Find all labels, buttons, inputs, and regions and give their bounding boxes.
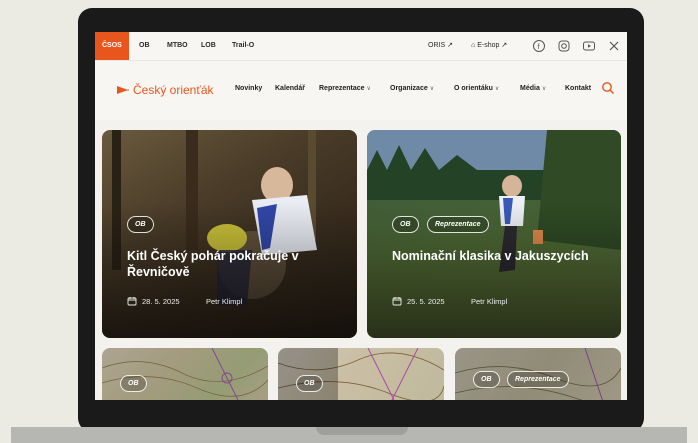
- instagram-icon[interactable]: [557, 39, 571, 53]
- chevron-down-icon: ∨: [541, 86, 547, 92]
- nav-label: O orientáku: [454, 85, 493, 92]
- top-link-trail-o[interactable]: Trail-O: [232, 32, 254, 60]
- map-thumbnail: [102, 348, 268, 400]
- search-icon[interactable]: [601, 81, 615, 95]
- oris-link[interactable]: ORIS ↗: [428, 32, 453, 60]
- svg-text:f: f: [537, 43, 540, 51]
- article-date: 25. 5. 2025: [407, 297, 445, 306]
- bag-icon: ⌂: [471, 42, 476, 49]
- top-link-lob[interactable]: LOB: [201, 32, 216, 60]
- article-author: Petr Klimpl: [471, 297, 508, 306]
- nav-o-orientaku[interactable]: O orientáku ∨: [454, 85, 499, 92]
- eshop-link[interactable]: ⌂ E-shop ↗: [471, 32, 507, 60]
- site-logo[interactable]: Český orienťák: [133, 83, 214, 97]
- chevron-down-icon: ∨: [494, 86, 500, 92]
- eshop-label: E-shop: [477, 42, 500, 49]
- nav-organizace[interactable]: Organizace ∨: [390, 85, 434, 92]
- top-bar: ČSOS OB MTBO LOB Trail-O ORIS ↗ ⌂ E-shop…: [95, 32, 627, 60]
- article-card[interactable]: OB Kitl Český pohár pokračuje v Řevničov…: [102, 130, 357, 338]
- top-link-csos[interactable]: ČSOS: [95, 32, 129, 60]
- browser-screen: ČSOS OB MTBO LOB Trail-O ORIS ↗ ⌂ E-shop…: [95, 32, 627, 400]
- site-header: Český orienťák Novinky Kalendář Reprezen…: [95, 60, 627, 120]
- card-gradient: [102, 130, 357, 338]
- nav-novinky[interactable]: Novinky: [235, 85, 262, 92]
- oris-label: ORIS: [428, 42, 446, 49]
- map-thumbnail: [278, 348, 444, 400]
- chevron-down-icon: ∨: [429, 86, 435, 92]
- card-gradient: [367, 130, 621, 338]
- nav-kontakt[interactable]: Kontakt: [565, 85, 591, 92]
- chevron-down-icon: ∨: [366, 86, 371, 92]
- external-link-icon: ↗: [447, 42, 453, 49]
- tag-pill[interactable]: Reprezentace: [507, 371, 569, 388]
- article-card[interactable]: OB: [102, 348, 268, 400]
- facebook-icon[interactable]: f: [532, 39, 546, 53]
- article-title[interactable]: Nominační klasika v Jakuszycích: [392, 248, 617, 264]
- tag-pill[interactable]: OB: [473, 371, 500, 388]
- external-link-icon: ↗: [501, 42, 508, 49]
- article-author: Petr Klimpl: [206, 297, 243, 306]
- calendar-icon: [127, 297, 137, 306]
- nav-label: Organizace: [390, 85, 428, 92]
- top-link-ob[interactable]: OB: [139, 32, 150, 60]
- youtube-icon[interactable]: [582, 39, 596, 53]
- article-card[interactable]: OB Reprezentace Nominační klasika v Jaku…: [367, 130, 621, 338]
- nav-label: Reprezentace: [319, 85, 365, 92]
- tag-pill[interactable]: OB: [127, 216, 154, 233]
- article-card[interactable]: OB Reprezentace: [455, 348, 621, 400]
- calendar-icon: [392, 297, 402, 306]
- logo-flag-icon[interactable]: [116, 85, 130, 95]
- laptop-notch: [316, 427, 408, 435]
- nav-media[interactable]: Média ∨: [520, 85, 546, 92]
- article-title[interactable]: Kitl Český pohár pokračuje v Řevničově: [127, 248, 352, 280]
- article-date: 28. 5. 2025: [142, 297, 180, 306]
- tag-pill[interactable]: OB: [392, 216, 419, 233]
- nav-label: Média: [520, 85, 540, 92]
- article-card[interactable]: OB: [278, 348, 444, 400]
- tag-pill[interactable]: OB: [296, 375, 323, 392]
- tag-pill[interactable]: Reprezentace: [427, 216, 489, 233]
- nav-reprezentace[interactable]: Reprezentace ∨: [319, 85, 371, 92]
- nav-kalendar[interactable]: Kalendář: [275, 85, 305, 92]
- tag-pill[interactable]: OB: [120, 375, 147, 392]
- x-icon[interactable]: [607, 39, 621, 53]
- top-link-mtbo[interactable]: MTBO: [167, 32, 188, 60]
